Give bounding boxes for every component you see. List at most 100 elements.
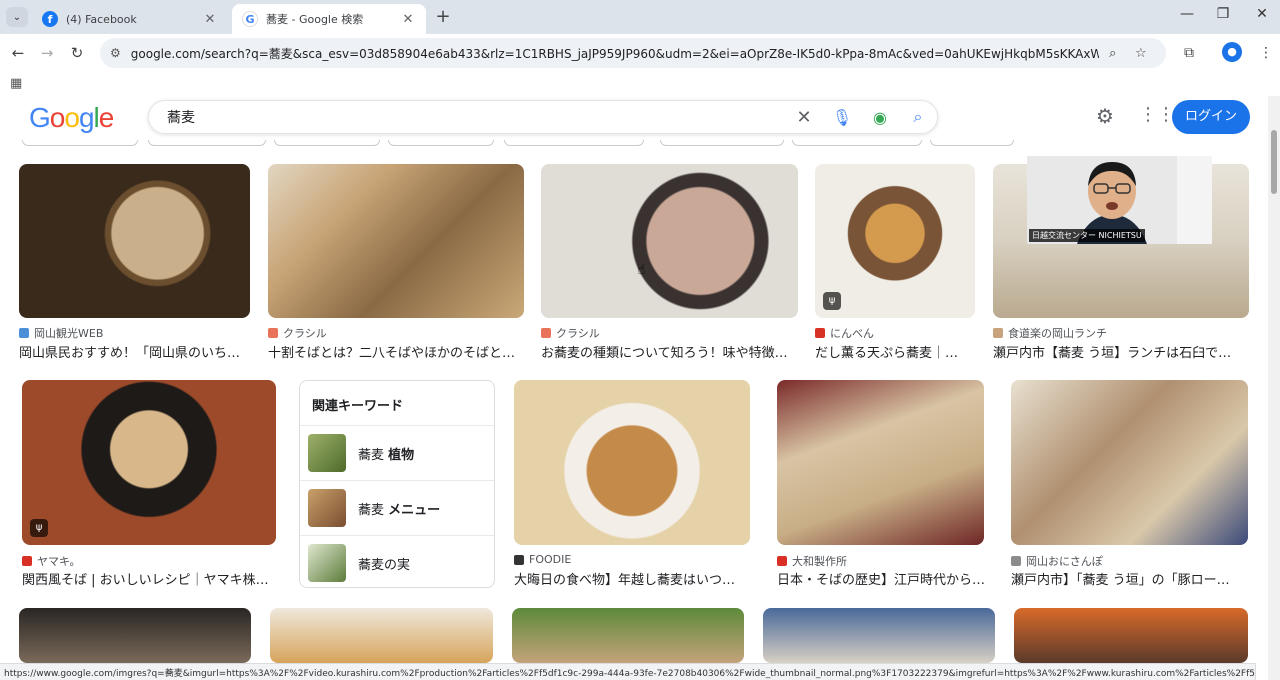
window-close-icon[interactable]: ✕: [1247, 6, 1277, 22]
search-box[interactable]: ✕ 🎙 ◉ ⌕: [148, 100, 938, 134]
filter-chip[interactable]: [148, 140, 266, 146]
result-title[interactable]: だし薫る天ぷら蕎麦｜…: [815, 342, 975, 361]
related-item[interactable]: 蕎麦 植物: [300, 425, 494, 480]
settings-gear-icon[interactable]: ⚙: [1096, 104, 1114, 128]
recipe-icon: ψ: [823, 292, 841, 310]
clear-icon[interactable]: ✕: [785, 107, 823, 128]
close-icon[interactable]: ✕: [202, 12, 218, 27]
result-image[interactable]: [19, 164, 250, 318]
result-source: ヤマキ。: [37, 555, 81, 568]
image-result[interactable]: 大和製作所 日本・そばの歴史】江戸時代から…: [777, 380, 984, 588]
source-favicon-icon: [19, 328, 29, 338]
image-result[interactable]: FOODIE 大晦日の食べ物】年越し蕎麦はいつ…: [514, 380, 750, 588]
result-image[interactable]: [541, 164, 798, 318]
result-image[interactable]: [514, 380, 750, 545]
image-result[interactable]: [270, 608, 493, 663]
filter-chip[interactable]: [930, 140, 1014, 146]
close-icon[interactable]: ✕: [400, 12, 416, 27]
result-title[interactable]: 瀬戸内市【蕎麦 う垣】ランチは石臼で…: [993, 342, 1249, 361]
result-source: クラシル: [556, 327, 600, 340]
filter-chip[interactable]: [792, 140, 922, 146]
microphone-icon[interactable]: 🎙: [823, 108, 861, 127]
extensions-icon[interactable]: ⧉: [1177, 42, 1201, 64]
result-title[interactable]: 大晦日の食べ物】年越し蕎麦はいつ…: [514, 569, 750, 588]
result-title[interactable]: 瀬戸内市】「蕎麦 う垣」の「豚ロー…: [1011, 569, 1248, 588]
result-title[interactable]: 岡山県民おすすめ！「岡山県のいち…: [19, 342, 250, 361]
result-image[interactable]: ψ: [815, 164, 975, 318]
reload-icon[interactable]: ↻: [66, 42, 88, 64]
result-image[interactable]: [19, 608, 251, 663]
profile-button[interactable]: ●: [1222, 42, 1246, 64]
recipe-icon: ψ: [30, 519, 48, 537]
related-item[interactable]: 蕎麦 メニュー: [300, 480, 494, 535]
image-result[interactable]: [763, 608, 995, 663]
image-result[interactable]: [1014, 608, 1248, 663]
login-button[interactable]: ログイン: [1172, 100, 1250, 134]
related-bold: 植物: [388, 447, 415, 463]
scrollbar-thumb[interactable]: [1271, 130, 1277, 194]
result-image[interactable]: [270, 608, 493, 663]
google-logo[interactable]: Google: [29, 102, 114, 134]
result-title[interactable]: 関西風そば | おいしいレシピ｜ヤマキ株…: [22, 569, 276, 588]
source-favicon-icon: [1011, 556, 1021, 566]
site-info-icon[interactable]: ⚙: [110, 46, 121, 60]
image-result[interactable]: クラシル お蕎麦の種類について知ろう！味や特徴…: [541, 164, 798, 361]
image-result[interactable]: [19, 608, 251, 663]
result-image[interactable]: [512, 608, 744, 663]
result-source: にんべん: [830, 327, 874, 340]
result-title[interactable]: 十割そばとは？二八そばやほかのそばと…: [268, 342, 524, 361]
image-result[interactable]: [512, 608, 744, 663]
bookmark-star-icon[interactable]: ☆: [1127, 46, 1155, 61]
source-favicon-icon: [777, 556, 787, 566]
lens-icon[interactable]: ◉: [861, 108, 899, 127]
result-image[interactable]: ψ: [22, 380, 276, 545]
back-arrow-icon[interactable]: ←: [7, 42, 29, 64]
filter-chip[interactable]: [660, 140, 784, 146]
related-prefix: 蕎麦: [358, 447, 389, 463]
result-image[interactable]: [1011, 380, 1248, 545]
result-title[interactable]: お蕎麦の種類について知ろう！味や特徴…: [541, 342, 798, 361]
tab-google-search[interactable]: G 蕎麦 - Google 検索 ✕: [232, 4, 426, 34]
apps-grid-icon[interactable]: ▦: [10, 76, 22, 91]
tab-facebook[interactable]: f (4) Facebook ✕: [32, 4, 228, 34]
filter-chip[interactable]: [274, 140, 380, 146]
result-source: クラシル: [283, 327, 327, 340]
source-favicon-icon: [993, 328, 1003, 338]
forward-arrow-icon[interactable]: →: [36, 42, 58, 64]
related-item[interactable]: 蕎麦の実: [300, 535, 494, 587]
result-source: 食道楽の岡山ランチ: [1008, 327, 1107, 340]
logo-letter: G: [29, 102, 51, 133]
filter-chip[interactable]: [504, 140, 644, 146]
image-result[interactable]: 岡山おにさんぽ 瀬戸内市】「蕎麦 う垣」の「豚ロー…: [1011, 380, 1248, 588]
restore-icon[interactable]: ❐: [1208, 6, 1238, 22]
image-result[interactable]: ψ ヤマキ。 関西風そば | おいしいレシピ｜ヤマキ株…: [22, 380, 276, 588]
result-image[interactable]: [268, 164, 524, 318]
filter-chips: [0, 140, 1020, 146]
address-bar[interactable]: ⚙ google.com/search?q=蕎麦&sca_esv=03d8589…: [100, 38, 1166, 68]
zoom-icon[interactable]: ⌕: [1099, 46, 1127, 61]
url-text[interactable]: google.com/search?q=蕎麦&sca_esv=03d858904…: [131, 45, 1099, 62]
image-result[interactable]: 岡山観光WEB 岡山県民おすすめ！「岡山県のいち…: [19, 164, 250, 361]
search-input[interactable]: [167, 109, 785, 125]
browser-toolbar: ← → ↻ ⚙ google.com/search?q=蕎麦&sca_esv=0…: [0, 34, 1280, 72]
related-prefix: 蕎麦の実: [358, 557, 411, 573]
browser-menu-icon[interactable]: ⋮: [1254, 42, 1278, 64]
tab-search-button[interactable]: ⌄: [6, 7, 28, 27]
new-tab-button[interactable]: +: [432, 6, 454, 27]
result-image[interactable]: [1014, 608, 1248, 663]
result-image[interactable]: [777, 380, 984, 545]
result-source: 大和製作所: [792, 555, 847, 568]
filter-chip[interactable]: [388, 140, 494, 146]
result-image[interactable]: [763, 608, 995, 663]
logo-letter: o: [49, 102, 66, 133]
minimize-icon[interactable]: —: [1172, 6, 1202, 22]
mouse-cursor-icon: ☝: [637, 262, 646, 278]
result-title[interactable]: 日本・そばの歴史】江戸時代から…: [777, 569, 984, 588]
related-heading: 関連キーワード: [312, 399, 404, 414]
search-icon[interactable]: ⌕: [899, 107, 937, 127]
image-result[interactable]: ψ にんべん だし薫る天ぷら蕎麦｜…: [815, 164, 975, 361]
tab-title: 蕎麦 - Google 検索: [266, 13, 364, 26]
image-result[interactable]: クラシル 十割そばとは？二八そばやほかのそばと…: [268, 164, 524, 361]
page-scrollbar[interactable]: [1268, 96, 1280, 680]
filter-chip[interactable]: [22, 140, 138, 146]
